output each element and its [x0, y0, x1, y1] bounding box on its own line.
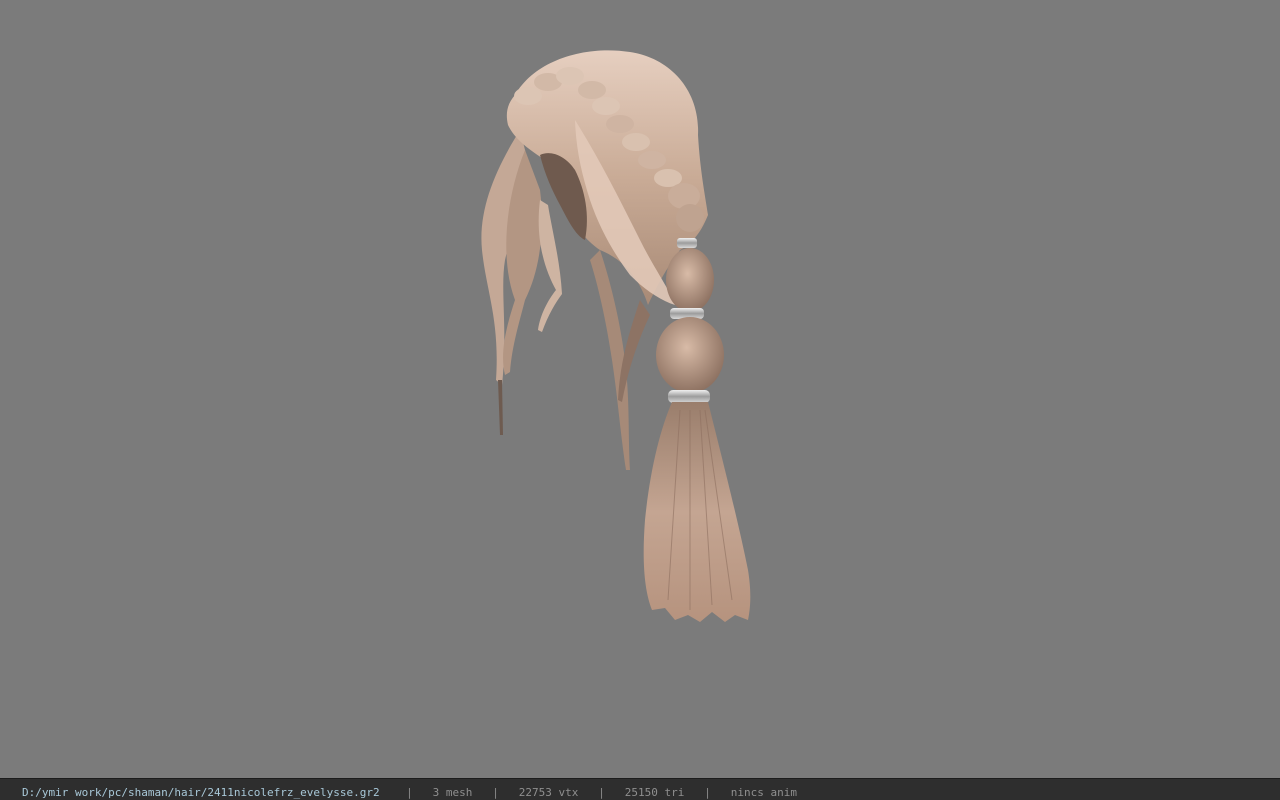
status-vertex-count: 22753 vtx	[518, 786, 579, 799]
status-triangle-count: 25150 tri	[624, 786, 685, 799]
status-bar: D:/ymir work/pc/shaman/hair/2411nicolefr…	[0, 778, 1280, 800]
status-file-path: D:/ymir work/pc/shaman/hair/2411nicolefr…	[22, 786, 380, 799]
3d-viewport[interactable]	[0, 0, 1280, 778]
status-anim: nincs anim	[730, 786, 797, 799]
status-separator: |	[406, 786, 413, 799]
status-separator: |	[704, 786, 711, 799]
status-separator: |	[598, 786, 605, 799]
ponytail-tail	[643, 402, 751, 622]
ponytail-bulb-1	[666, 248, 714, 312]
status-mesh-count: 3 mesh	[432, 786, 473, 799]
hair-tie-3	[668, 390, 710, 403]
hair-model-render[interactable]	[0, 0, 1280, 778]
status-separator: |	[492, 786, 499, 799]
ponytail-bulb-2	[656, 317, 724, 393]
hair-tie-1	[677, 238, 697, 248]
